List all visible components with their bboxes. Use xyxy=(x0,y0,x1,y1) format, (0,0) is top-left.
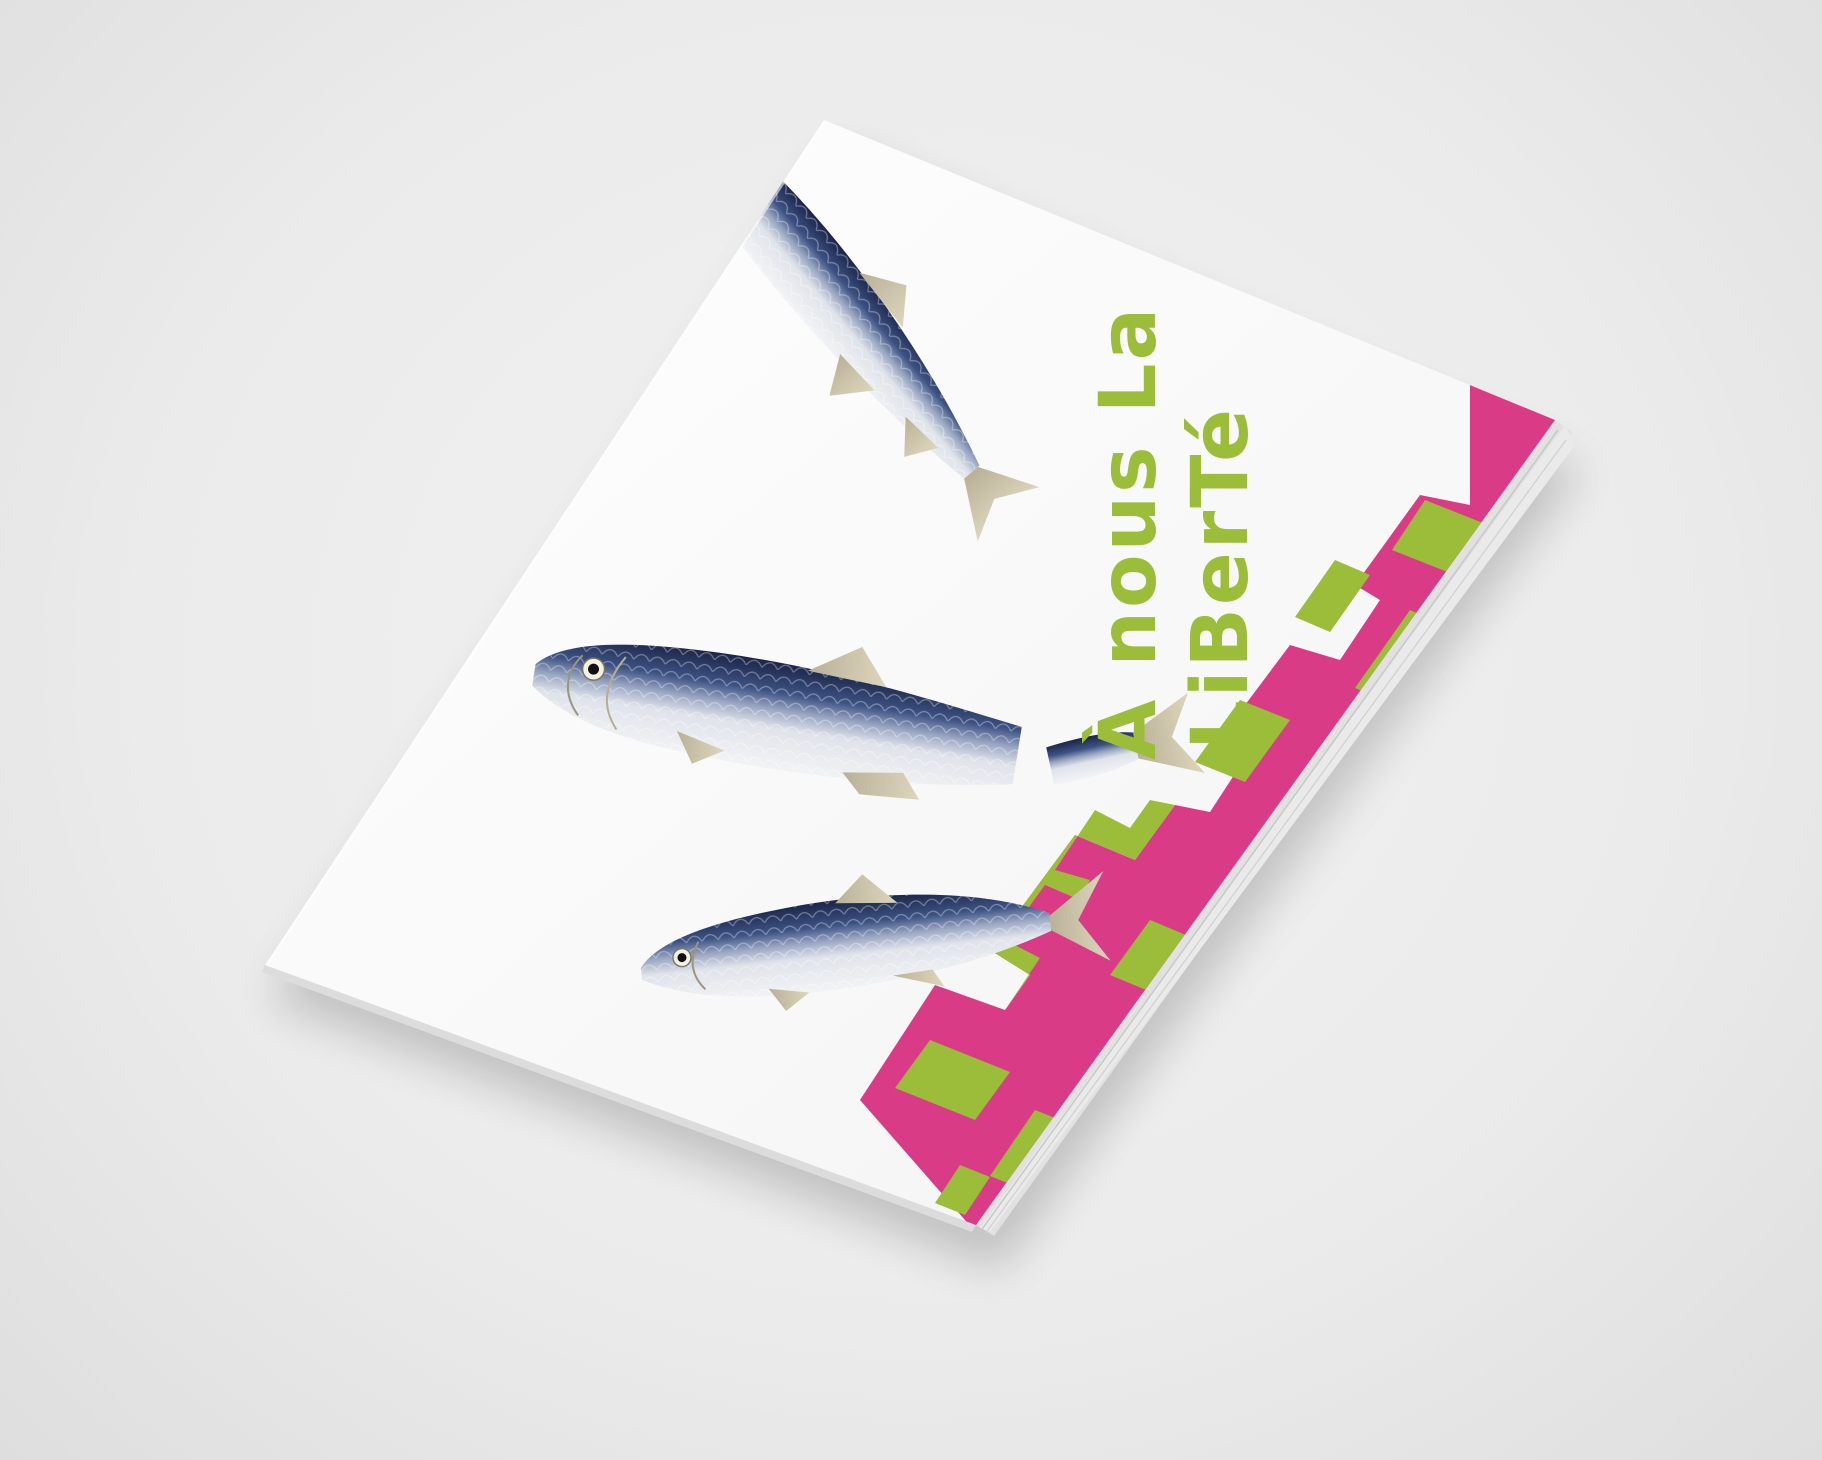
booklet-scene: À nous La LiBerTé xyxy=(262,120,1580,1270)
cover-title-line-2: LiBerTé xyxy=(1176,406,1266,750)
cover-title-line-1: À nous La xyxy=(1082,305,1174,760)
